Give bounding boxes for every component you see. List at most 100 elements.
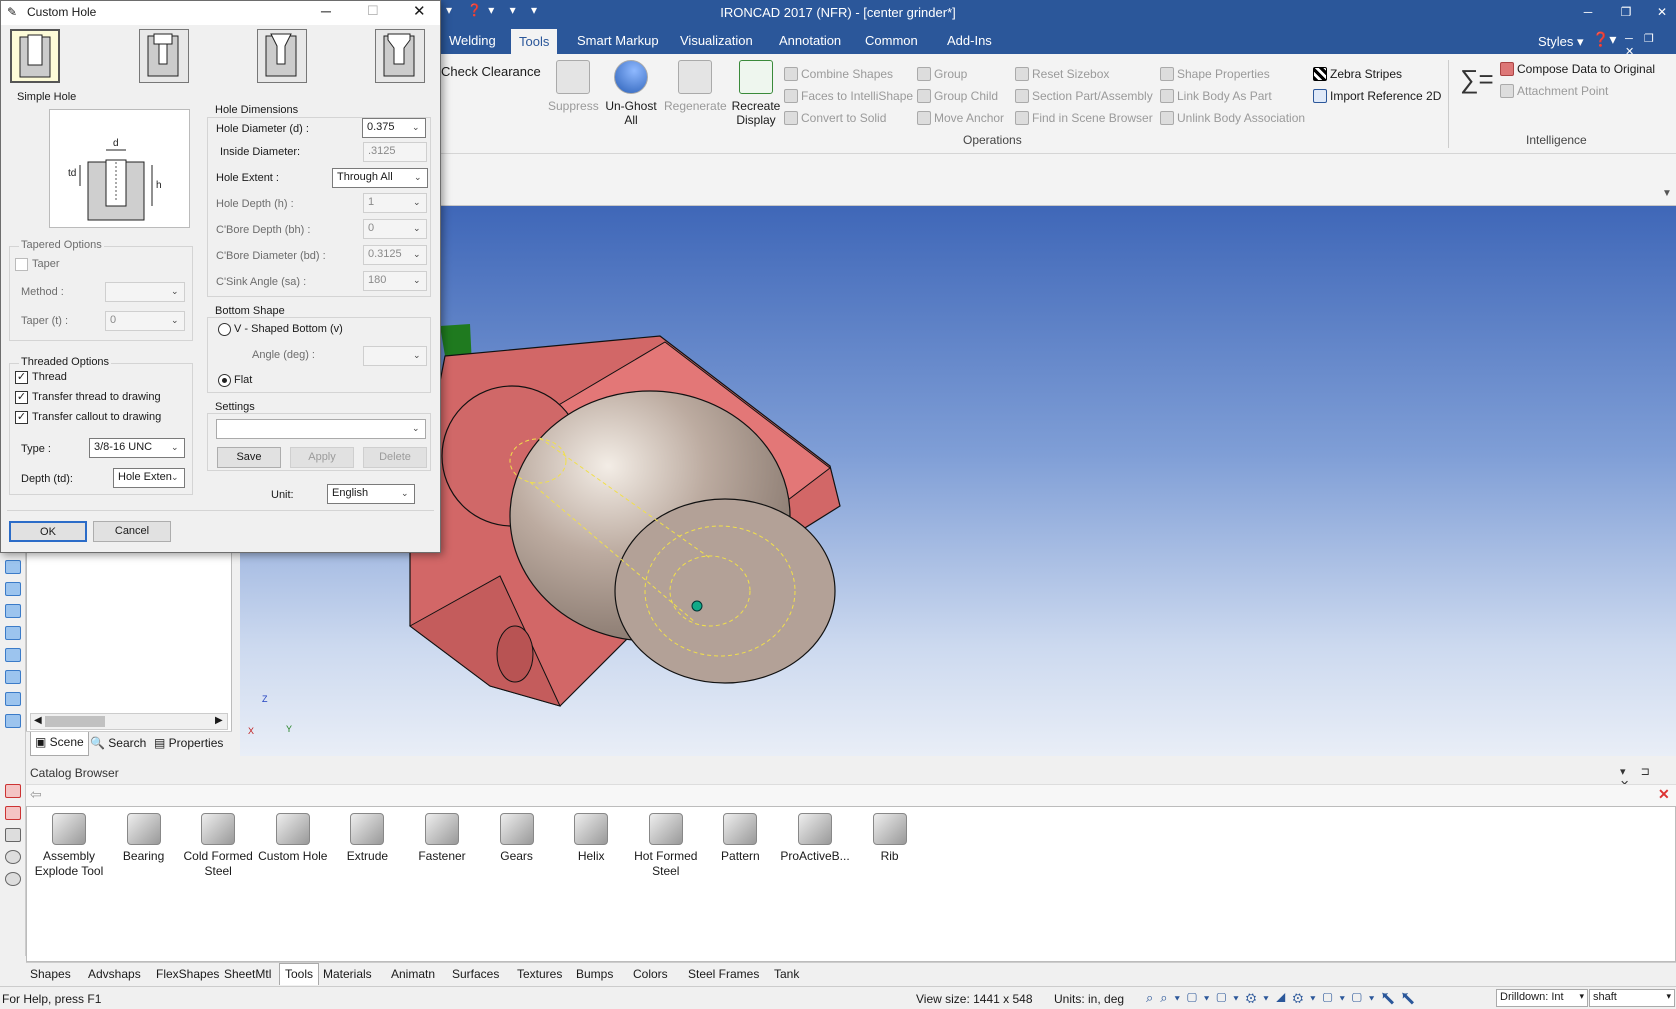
view-tool-icon-6[interactable]: [5, 670, 21, 684]
catalog-tab-tank[interactable]: Tank: [774, 967, 799, 981]
reset-sizebox-button[interactable]: Reset Sizebox: [1015, 63, 1153, 85]
view-tool-icon-8[interactable]: [5, 714, 21, 728]
thread-type-select[interactable]: 3/8-16 UNC ⌄: [89, 438, 185, 458]
anchor-point[interactable]: [691, 600, 703, 612]
scroll-right-icon[interactable]: ▶: [215, 715, 223, 726]
flat-radio[interactable]: [218, 374, 231, 387]
check-clearance-button[interactable]: Check Clearance: [441, 64, 541, 79]
hole-type-simple[interactable]: [10, 29, 60, 83]
ribbon-tab-tools[interactable]: Tools: [511, 29, 558, 54]
hole-type-countersink[interactable]: [257, 29, 307, 83]
ribbon-tab-visualization[interactable]: Visualization: [672, 31, 761, 54]
regenerate-button[interactable]: Regenerate: [664, 60, 727, 113]
tab-search[interactable]: 🔍 Search: [90, 736, 146, 750]
3d-viewport[interactable]: Z X Y: [240, 206, 1676, 756]
view-tool-icon-1[interactable]: [5, 560, 21, 574]
catalog-item-extrude[interactable]: Extrude: [329, 813, 405, 864]
catalog-item-proactiveb[interactable]: ProActiveB...: [777, 813, 853, 864]
ribbon-expand-icon[interactable]: ▼: [1662, 188, 1672, 199]
faces-to-intellishape-button[interactable]: Faces to IntelliShape: [784, 85, 913, 107]
catalog-tab-materials[interactable]: Materials: [323, 967, 372, 981]
catalog-item-helix[interactable]: Helix: [553, 813, 629, 864]
status-tool-icons[interactable]: ⌕⌕▾▢▾▢▾⚙▾◢⚙▾▢▾▢▾⬉⬉: [1146, 990, 1421, 1006]
catalog-item-assembly[interactable]: Assembly Explode Tool: [31, 813, 107, 879]
ok-button[interactable]: OK: [9, 521, 87, 542]
catalog-tab-colors[interactable]: Colors: [633, 967, 668, 981]
ribbon-tab-common[interactable]: Common: [857, 31, 926, 54]
ribbon-tab-annotation[interactable]: Annotation: [771, 31, 849, 54]
measure-tool-icon[interactable]: [5, 828, 21, 842]
dialog-close-icon[interactable]: ✕: [413, 2, 426, 20]
catalog-item-gears[interactable]: Gears: [479, 813, 555, 864]
view-tool-icon-3[interactable]: [5, 604, 21, 618]
catalog-item-fastener[interactable]: Fastener: [404, 813, 480, 864]
catalog-tab-sheetmtl[interactable]: SheetMtl: [224, 967, 271, 981]
recreate-display-button[interactable]: Recreate Display: [728, 60, 784, 127]
find-in-scene-browser-button[interactable]: Find in Scene Browser: [1015, 107, 1153, 129]
catalog-item-hot-formed[interactable]: Hot Formed Steel: [628, 813, 704, 879]
unit-select[interactable]: English ⌄: [327, 484, 415, 504]
restore-icon[interactable]: ❐: [1616, 2, 1636, 22]
dialog-minimize-icon[interactable]: ─: [321, 3, 331, 19]
catalog-tab-shapes[interactable]: Shapes: [30, 967, 71, 981]
view-tool-icon-2[interactable]: [5, 582, 21, 596]
section-part-button[interactable]: Section Part/Assembly: [1015, 85, 1153, 107]
catalog-tab-textures[interactable]: Textures: [517, 967, 562, 981]
convert-to-solid-button[interactable]: Convert to Solid: [784, 107, 913, 129]
thread-checkbox[interactable]: ✓: [15, 371, 28, 384]
back-arrow-icon[interactable]: ⇦: [30, 786, 42, 803]
catalog-tab-advshaps[interactable]: Advshaps: [88, 967, 141, 981]
unlink-body-button[interactable]: Unlink Body Association: [1160, 107, 1305, 129]
link-body-button[interactable]: Link Body As Part: [1160, 85, 1305, 107]
minimize-icon[interactable]: ─: [1578, 2, 1598, 22]
delete-button[interactable]: Delete: [363, 447, 427, 468]
sigma-icon[interactable]: ∑=: [1460, 64, 1494, 95]
catalog-tab-tools[interactable]: Tools: [279, 963, 320, 985]
catalog-close-icon[interactable]: ✕: [1658, 786, 1670, 803]
hole-extent-select[interactable]: Through All ⌄: [332, 168, 428, 188]
import-reference-2d-button[interactable]: Import Reference 2D: [1313, 85, 1441, 107]
apply-button[interactable]: Apply: [290, 447, 354, 468]
catalog-tab-animatn[interactable]: Animatn: [391, 967, 435, 981]
csink-angle-input[interactable]: 180 ⌄: [363, 271, 427, 291]
tab-scene[interactable]: ▣ Scene: [30, 732, 89, 756]
transfer-thread-checkbox[interactable]: ✓: [15, 391, 28, 404]
view-tool-icon-7[interactable]: [5, 692, 21, 706]
depth-td-select[interactable]: Hole Exten ⌄: [113, 468, 185, 488]
attachment-point-button[interactable]: Attachment Point: [1500, 80, 1655, 102]
unghost-all-button[interactable]: Un-Ghost All: [602, 60, 660, 127]
eye-tool-icon-2[interactable]: [5, 806, 21, 820]
drilldown-select[interactable]: Drilldown: Int ▾: [1496, 989, 1588, 1007]
model-render[interactable]: [240, 206, 1676, 756]
styles-button[interactable]: Styles ▾: [1538, 34, 1584, 50]
tab-properties[interactable]: ▤ Properties: [154, 736, 223, 750]
save-button[interactable]: Save: [217, 447, 281, 468]
angle-input[interactable]: ⌄: [363, 346, 427, 366]
vshaped-radio[interactable]: [218, 323, 231, 336]
view-tool-icon-5[interactable]: [5, 648, 21, 662]
dialog-maximize-icon[interactable]: ☐: [367, 3, 379, 19]
ribbon-tab-smart-markup[interactable]: Smart Markup: [569, 31, 667, 54]
help-icon[interactable]: ❓▾: [1592, 31, 1616, 48]
suppress-button[interactable]: Suppress: [548, 60, 599, 113]
catalog-item-cold-formed[interactable]: Cold Formed Steel: [180, 813, 256, 879]
qat-icons[interactable]: ▾ ❓▾ ▾ ▾: [446, 3, 543, 17]
catalog-item-custom-hole[interactable]: Custom Hole: [255, 813, 331, 864]
scroll-thumb[interactable]: [45, 716, 105, 727]
shape-properties-button[interactable]: Shape Properties: [1160, 63, 1305, 85]
catalog-tab-bumps[interactable]: Bumps: [576, 967, 613, 981]
close-icon[interactable]: ✕: [1652, 2, 1672, 22]
view-tool-icon-4[interactable]: [5, 626, 21, 640]
taper-t-input[interactable]: 0 ⌄: [105, 311, 185, 331]
compose-data-button[interactable]: Compose Data to Original: [1500, 58, 1655, 80]
catalog-item-rib[interactable]: Rib: [852, 813, 928, 864]
combine-shapes-button[interactable]: Combine Shapes: [784, 63, 913, 85]
hole-type-cbore-csink[interactable]: [375, 29, 425, 83]
group-child-button[interactable]: Group Child: [917, 85, 1004, 107]
cbore-depth-input[interactable]: 0 ⌄: [363, 219, 427, 239]
cancel-button[interactable]: Cancel: [93, 521, 171, 542]
catalog-tab-surfaces[interactable]: Surfaces: [452, 967, 499, 981]
cbore-diameter-input[interactable]: 0.3125 ⌄: [363, 245, 427, 265]
settings-select[interactable]: ⌄: [216, 419, 426, 439]
catalog-tab-steel-frames[interactable]: Steel Frames: [688, 967, 759, 981]
